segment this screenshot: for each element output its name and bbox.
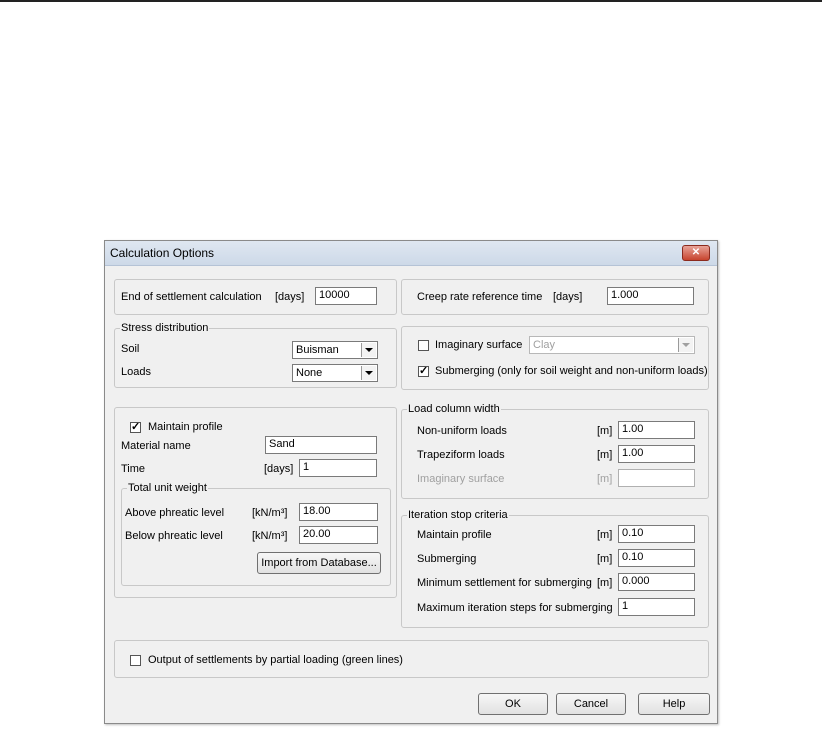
import-from-database-button[interactable]: Import from Database... (257, 552, 381, 574)
iteration-maintain-profile-unit: [m] (597, 529, 613, 541)
above-phreatic-unit: [kN/m³] (252, 507, 288, 519)
iteration-submerging-label: Submerging (417, 553, 477, 565)
minimum-settlement-label: Minimum settlement for submerging (417, 577, 592, 589)
non-uniform-loads-input[interactable]: 1.00 (618, 421, 695, 439)
imaginary-surface-width-label: Imaginary surface (417, 473, 505, 485)
cancel-button[interactable]: Cancel (556, 693, 626, 715)
iteration-stop-criteria-group: Iteration stop criteria Maintain profile… (401, 509, 709, 628)
load-column-width-legend: Load column width (407, 403, 501, 415)
close-button[interactable]: ✕ (682, 245, 710, 261)
imaginary-surface-width-input[interactable] (618, 469, 695, 487)
minimum-settlement-unit: [m] (597, 577, 613, 589)
imaginary-surface-label: Imaginary surface (435, 339, 523, 351)
maintain-profile-label: Maintain profile (148, 421, 223, 433)
calculation-options-dialog: Calculation Options ✕ End of settlement … (104, 240, 718, 724)
iteration-maintain-profile-input[interactable]: 0.10 (618, 525, 695, 543)
total-unit-weight-group: Total unit weight Above phreatic level [… (121, 482, 391, 586)
creep-unit: [days] (553, 291, 583, 303)
submerging-label: Submerging (only for soil weight and non… (435, 365, 708, 377)
stress-distribution-legend: Stress distribution (120, 322, 210, 334)
non-uniform-loads-label: Non-uniform loads (417, 425, 507, 437)
time-label: Time (121, 463, 146, 475)
help-button[interactable]: Help (638, 693, 710, 715)
output-settlements-panel: Output of settlements by partial loading… (114, 640, 709, 678)
load-column-width-group: Load column width Non-uniform loads [m] … (401, 403, 709, 499)
imaginary-surface-checkbox[interactable] (418, 340, 429, 351)
creep-input[interactable]: 1.000 (607, 287, 694, 305)
creep-label: Creep rate reference time (417, 291, 543, 303)
material-name-input[interactable]: Sand (265, 436, 377, 454)
maintain-profile-checkbox[interactable]: ✓ (130, 421, 141, 433)
soil-label: Soil (121, 343, 140, 355)
above-phreatic-input[interactable]: 18.00 (299, 503, 378, 521)
above-phreatic-label: Above phreatic level (125, 507, 225, 519)
total-unit-weight-legend: Total unit weight (127, 482, 208, 494)
chevron-down-icon (361, 366, 376, 380)
trapeziform-loads-input[interactable]: 1.00 (618, 445, 695, 463)
loads-label: Loads (121, 366, 151, 378)
maximum-iteration-steps-label: Maximum iteration steps for submerging (417, 602, 613, 614)
trapeziform-loads-label: Trapeziform loads (417, 449, 505, 461)
stress-distribution-group: Stress distribution Soil Buisman Loads N… (114, 322, 397, 388)
loads-select[interactable]: None (292, 364, 378, 382)
chevron-down-icon (361, 343, 376, 357)
end-settlement-input[interactable]: 10000 (315, 287, 377, 305)
end-settlement-label: End of settlement calculation (121, 291, 262, 303)
soil-select[interactable]: Buisman (292, 341, 378, 359)
submerging-checkbox[interactable]: ✓ (418, 365, 429, 377)
title-bar: Calculation Options ✕ (105, 241, 717, 266)
time-input[interactable]: 1 (299, 459, 377, 477)
imaginary-surface-width-unit: [m] (597, 473, 613, 485)
output-settlements-checkbox[interactable] (130, 655, 141, 666)
below-phreatic-unit: [kN/m³] (252, 530, 288, 542)
maximum-iteration-steps-input[interactable]: 1 (618, 598, 695, 616)
minimum-settlement-input[interactable]: 0.000 (618, 573, 695, 591)
time-unit: [days] (264, 463, 294, 475)
material-name-label: Material name (121, 440, 191, 452)
close-icon: ✕ (691, 247, 701, 258)
output-settlements-label: Output of settlements by partial loading… (148, 654, 403, 666)
iteration-stop-criteria-legend: Iteration stop criteria (407, 509, 509, 521)
maintain-profile-panel: ✓ Maintain profile Material name Sand Ti… (114, 407, 397, 598)
iteration-submerging-input[interactable]: 0.10 (618, 549, 695, 567)
top-border-line (0, 0, 822, 2)
imaginary-surface-select[interactable]: Clay (529, 336, 695, 354)
chevron-down-icon (678, 338, 693, 352)
ok-button[interactable]: OK (478, 693, 548, 715)
trapeziform-loads-unit: [m] (597, 449, 613, 461)
imaginary-surface-panel: Imaginary surface Clay ✓ Submerging (onl… (401, 326, 709, 390)
dialog-title: Calculation Options (110, 246, 215, 260)
end-settlement-panel: End of settlement calculation [days] 100… (114, 279, 397, 315)
iteration-submerging-unit: [m] (597, 553, 613, 565)
iteration-maintain-profile-label: Maintain profile (417, 529, 492, 541)
non-uniform-loads-unit: [m] (597, 425, 613, 437)
end-settlement-unit: [days] (275, 291, 305, 303)
below-phreatic-input[interactable]: 20.00 (299, 526, 378, 544)
creep-panel: Creep rate reference time [days] 1.000 (401, 279, 709, 315)
below-phreatic-label: Below phreatic level (125, 530, 223, 542)
